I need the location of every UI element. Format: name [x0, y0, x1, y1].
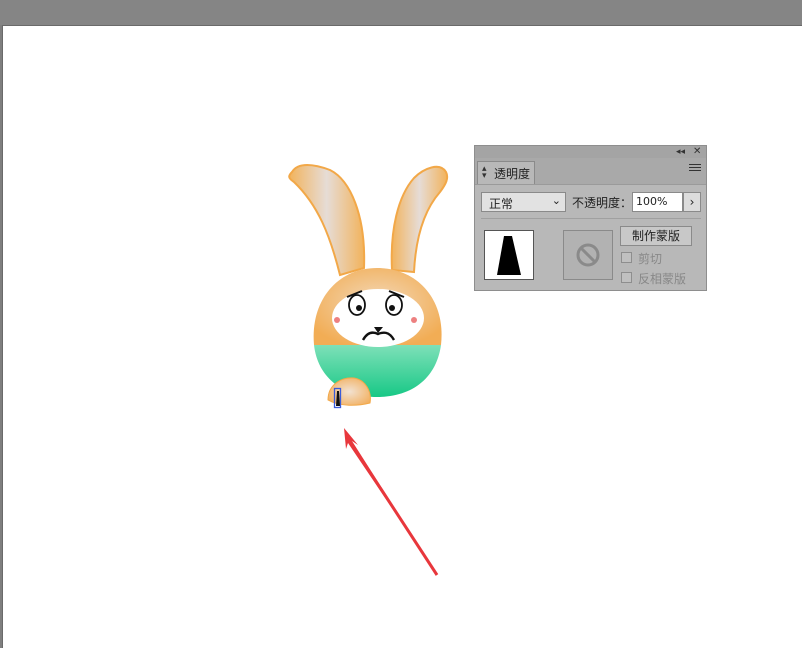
artwork-thumbnail[interactable]	[484, 230, 534, 280]
left-ear	[288, 164, 366, 277]
mask-thumbnail[interactable]	[563, 230, 613, 280]
opacity-input[interactable]: 100%	[632, 192, 683, 212]
panel-menu-icon[interactable]	[689, 164, 701, 176]
panel-divider	[481, 218, 701, 219]
bunny-illustration[interactable]	[0, 0, 802, 648]
opacity-slider-button[interactable]: ›	[683, 192, 701, 212]
invert-mask-label: 反相蒙版	[638, 272, 687, 286]
tab-label: 透明度	[494, 167, 531, 181]
panel-title-bar[interactable]: ◂◂ ✕	[475, 146, 706, 158]
blend-mode-value: 正常	[489, 197, 514, 211]
left-cheek	[334, 317, 340, 323]
close-icon[interactable]: ✕	[693, 146, 701, 158]
right-ear	[390, 165, 449, 274]
transparency-panel: ◂◂ ✕ ▴ ▾ 透明度 正常 ⌄ 不透明度： 100% › 制作蒙版 剪切 反相…	[474, 145, 707, 291]
right-eye	[385, 294, 403, 316]
clip-checkbox[interactable]	[621, 252, 632, 263]
make-mask-button[interactable]: 制作蒙版	[620, 226, 692, 246]
right-cheek	[411, 317, 417, 323]
face-patch	[332, 289, 424, 347]
chevron-down-icon: ⌄	[551, 194, 561, 207]
invert-mask-checkbox[interactable]	[621, 272, 632, 283]
tab-expand-icon[interactable]: ▴ ▾	[482, 165, 487, 181]
left-eye	[348, 294, 366, 316]
blend-mode-select[interactable]: 正常 ⌄	[481, 192, 566, 212]
no-mask-icon	[576, 243, 600, 267]
tab-transparency[interactable]: ▴ ▾ 透明度	[477, 161, 535, 184]
panel-tab-row: ▴ ▾ 透明度	[475, 158, 706, 185]
double-chevron-left-icon[interactable]: ◂◂	[676, 146, 685, 158]
clip-label: 剪切	[638, 252, 663, 266]
opacity-label: 不透明度：	[572, 196, 633, 210]
